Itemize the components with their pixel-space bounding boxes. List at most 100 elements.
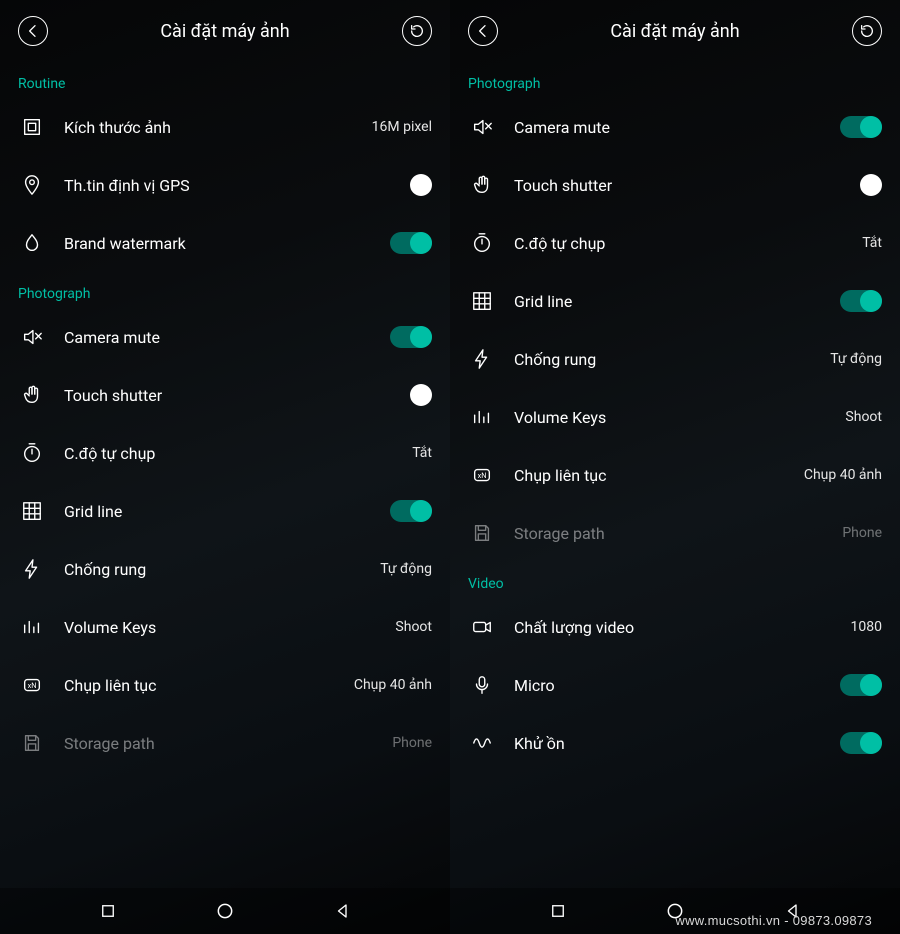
setting-storage: Storage path Phone: [450, 504, 900, 562]
reset-button[interactable]: [402, 16, 432, 46]
mic-icon: [468, 674, 496, 696]
watermark-text: www.mucsothi.vn - 09873.09873: [675, 913, 872, 928]
micro-toggle[interactable]: [840, 674, 882, 696]
setting-gps[interactable]: Th.tin định vị GPS: [0, 156, 450, 214]
volume-keys-value: Shoot: [845, 409, 882, 425]
camera-mute-label: Camera mute: [514, 118, 840, 137]
touch-shutter-radio[interactable]: [860, 174, 882, 196]
burst-icon: xN: [468, 464, 496, 486]
section-label: Photograph: [450, 62, 900, 98]
camera-mute-label: Camera mute: [64, 328, 390, 347]
location-icon: [18, 174, 46, 196]
nav-recent[interactable]: [549, 902, 567, 920]
volume-keys-label: Volume Keys: [514, 408, 845, 427]
levels-icon: [18, 616, 46, 638]
camera-mute-toggle[interactable]: [390, 326, 432, 348]
burst-label: Chụp liên tục: [64, 676, 354, 695]
watermark-label: Brand watermark: [64, 234, 390, 253]
grid-line-toggle[interactable]: [840, 290, 882, 312]
burst-icon: xN: [18, 674, 46, 696]
self-timer-value: Tắt: [412, 445, 432, 461]
hand-icon: [18, 384, 46, 406]
wave-icon: [468, 732, 496, 754]
setting-burst[interactable]: xN Chụp liên tục Chụp 40 ảnh: [0, 656, 450, 714]
watermark-toggle[interactable]: [390, 232, 432, 254]
image-size-value: 16M pixel: [372, 119, 432, 135]
section-label: Routine: [0, 62, 450, 98]
nav-recent[interactable]: [99, 902, 117, 920]
camera-mute-toggle[interactable]: [840, 116, 882, 138]
grid-icon: [18, 500, 46, 522]
section-label: Video: [450, 562, 900, 598]
setting-camera-mute[interactable]: Camera mute: [0, 308, 450, 366]
page-title: Cài đặt máy ảnh: [610, 21, 739, 42]
setting-camera-mute[interactable]: Camera mute: [450, 98, 900, 156]
hand-icon: [468, 174, 496, 196]
mute-icon: [18, 326, 46, 348]
storage-label: Storage path: [514, 524, 842, 543]
setting-video-quality[interactable]: Chất lượng video 1080: [450, 598, 900, 656]
save-icon: [18, 732, 46, 754]
page-title: Cài đặt máy ảnh: [160, 21, 289, 42]
grid-line-label: Grid line: [64, 502, 390, 521]
timer-icon: [18, 442, 46, 464]
setting-grid-line[interactable]: Grid line: [450, 272, 900, 330]
gps-label: Th.tin định vị GPS: [64, 176, 410, 195]
self-timer-label: C.độ tự chụp: [64, 444, 412, 463]
storage-value: Phone: [392, 735, 432, 751]
gps-radio[interactable]: [410, 174, 432, 196]
save-icon: [468, 522, 496, 544]
volume-keys-value: Shoot: [395, 619, 432, 635]
setting-volume-keys[interactable]: Volume Keys Shoot: [450, 388, 900, 446]
levels-icon: [468, 406, 496, 428]
back-button[interactable]: [18, 16, 48, 46]
self-timer-value: Tắt: [862, 235, 882, 251]
setting-grid-line[interactable]: Grid line: [0, 482, 450, 540]
crop-icon: [18, 116, 46, 138]
video-quality-label: Chất lượng video: [514, 618, 851, 637]
setting-image-size[interactable]: Kích thước ảnh 16M pixel: [0, 98, 450, 156]
video-quality-value: 1080: [851, 619, 882, 635]
grid-line-toggle[interactable]: [390, 500, 432, 522]
self-timer-label: C.độ tự chụp: [514, 234, 862, 253]
setting-touch-shutter[interactable]: Touch shutter: [450, 156, 900, 214]
storage-value: Phone: [842, 525, 882, 541]
image-size-label: Kích thước ảnh: [64, 118, 372, 137]
back-button[interactable]: [468, 16, 498, 46]
svg-text:xN: xN: [28, 681, 37, 690]
grid-icon: [468, 290, 496, 312]
noise-cancel-toggle[interactable]: [840, 732, 882, 754]
storage-label: Storage path: [64, 734, 392, 753]
drop-icon: [18, 232, 46, 254]
reset-button[interactable]: [852, 16, 882, 46]
setting-volume-keys[interactable]: Volume Keys Shoot: [0, 598, 450, 656]
mute-icon: [468, 116, 496, 138]
setting-noise-cancel[interactable]: Khử ồn: [450, 714, 900, 772]
flash-icon: [18, 558, 46, 580]
setting-watermark[interactable]: Brand watermark: [0, 214, 450, 272]
touch-shutter-label: Touch shutter: [514, 176, 860, 195]
video-icon: [468, 616, 496, 638]
burst-value: Chụp 40 ảnh: [354, 677, 432, 693]
setting-burst[interactable]: xN Chụp liên tục Chụp 40 ảnh: [450, 446, 900, 504]
anti-shake-label: Chống rung: [514, 350, 830, 369]
touch-shutter-radio[interactable]: [410, 384, 432, 406]
timer-icon: [468, 232, 496, 254]
anti-shake-value: Tự động: [380, 561, 432, 577]
setting-micro[interactable]: Micro: [450, 656, 900, 714]
anti-shake-value: Tự động: [830, 351, 882, 367]
setting-self-timer[interactable]: C.độ tự chụp Tắt: [450, 214, 900, 272]
flash-icon: [468, 348, 496, 370]
setting-anti-shake[interactable]: Chống rung Tự động: [0, 540, 450, 598]
micro-label: Micro: [514, 676, 840, 695]
nav-back[interactable]: [334, 902, 352, 920]
grid-line-label: Grid line: [514, 292, 840, 311]
setting-touch-shutter[interactable]: Touch shutter: [0, 366, 450, 424]
setting-storage: Storage path Phone: [0, 714, 450, 772]
section-label: Photograph: [0, 272, 450, 308]
volume-keys-label: Volume Keys: [64, 618, 395, 637]
burst-value: Chụp 40 ảnh: [804, 467, 882, 483]
setting-anti-shake[interactable]: Chống rung Tự động: [450, 330, 900, 388]
setting-self-timer[interactable]: C.độ tự chụp Tắt: [0, 424, 450, 482]
nav-home[interactable]: [215, 901, 235, 921]
